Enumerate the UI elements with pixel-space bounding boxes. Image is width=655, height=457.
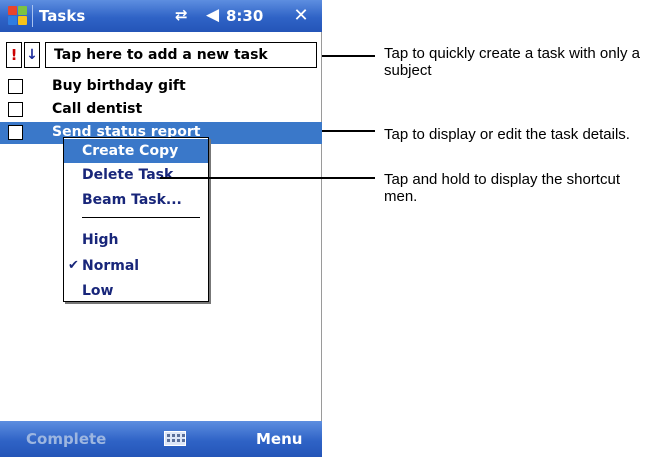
task-subject: Buy birthday gift: [52, 78, 186, 94]
task-checkbox[interactable]: [8, 125, 23, 140]
callout-line: [322, 130, 375, 132]
low-priority-button[interactable]: ↓: [24, 42, 40, 68]
context-menu: Create Copy Delete Task Beam Task... Hig…: [63, 137, 209, 302]
callout-line: [322, 55, 375, 57]
callout-line: [160, 177, 375, 179]
task-row[interactable]: Call dentist: [0, 99, 322, 121]
menu-item-delete-task[interactable]: Delete Task: [64, 163, 208, 187]
close-button[interactable]: ✕: [289, 5, 313, 27]
softkey-bar: Complete Menu: [0, 421, 322, 457]
menu-divider: [82, 217, 200, 218]
menu-item-high[interactable]: High: [64, 228, 208, 252]
high-priority-button[interactable]: !: [6, 42, 22, 68]
callout-edit-task: Tap to display or edit the task details.: [384, 126, 630, 143]
entry-bar: ! ↓ Tap here to add a new task: [0, 40, 322, 70]
start-menu-logo-icon[interactable]: [8, 6, 28, 26]
app-title: Tasks: [39, 7, 86, 25]
task-checkbox[interactable]: [8, 79, 23, 94]
pocket-pc-screen: Tasks ⇄ ◀ 8:30 ✕ ! ↓ Tap here to add a n…: [0, 0, 322, 457]
menu-item-normal[interactable]: ✔ Normal: [64, 254, 208, 278]
menu-item-create-copy[interactable]: Create Copy: [64, 139, 208, 163]
title-divider: [32, 5, 33, 27]
callout-new-task: Tap to quickly create a task with only a…: [384, 45, 640, 79]
menu-item-label: Normal: [82, 258, 140, 274]
menu-item-beam-task[interactable]: Beam Task...: [64, 188, 208, 212]
task-subject: Call dentist: [52, 101, 143, 117]
task-row[interactable]: Buy birthday gift: [0, 76, 322, 98]
menu-softkey[interactable]: Menu: [256, 430, 302, 448]
title-bar: Tasks ⇄ ◀ 8:30 ✕: [0, 0, 322, 32]
complete-softkey[interactable]: Complete: [26, 430, 106, 448]
menu-item-low[interactable]: Low: [64, 279, 208, 303]
callout-shortcut-menu: Tap and hold to display the shortcut men…: [384, 171, 620, 205]
check-icon: ✔: [68, 258, 79, 273]
keyboard-icon[interactable]: [164, 431, 186, 446]
volume-icon[interactable]: ◀: [206, 5, 219, 25]
new-task-input[interactable]: Tap here to add a new task: [45, 42, 317, 68]
clock[interactable]: 8:30: [226, 7, 263, 25]
connectivity-icon[interactable]: ⇄: [175, 6, 188, 24]
task-checkbox[interactable]: [8, 102, 23, 117]
